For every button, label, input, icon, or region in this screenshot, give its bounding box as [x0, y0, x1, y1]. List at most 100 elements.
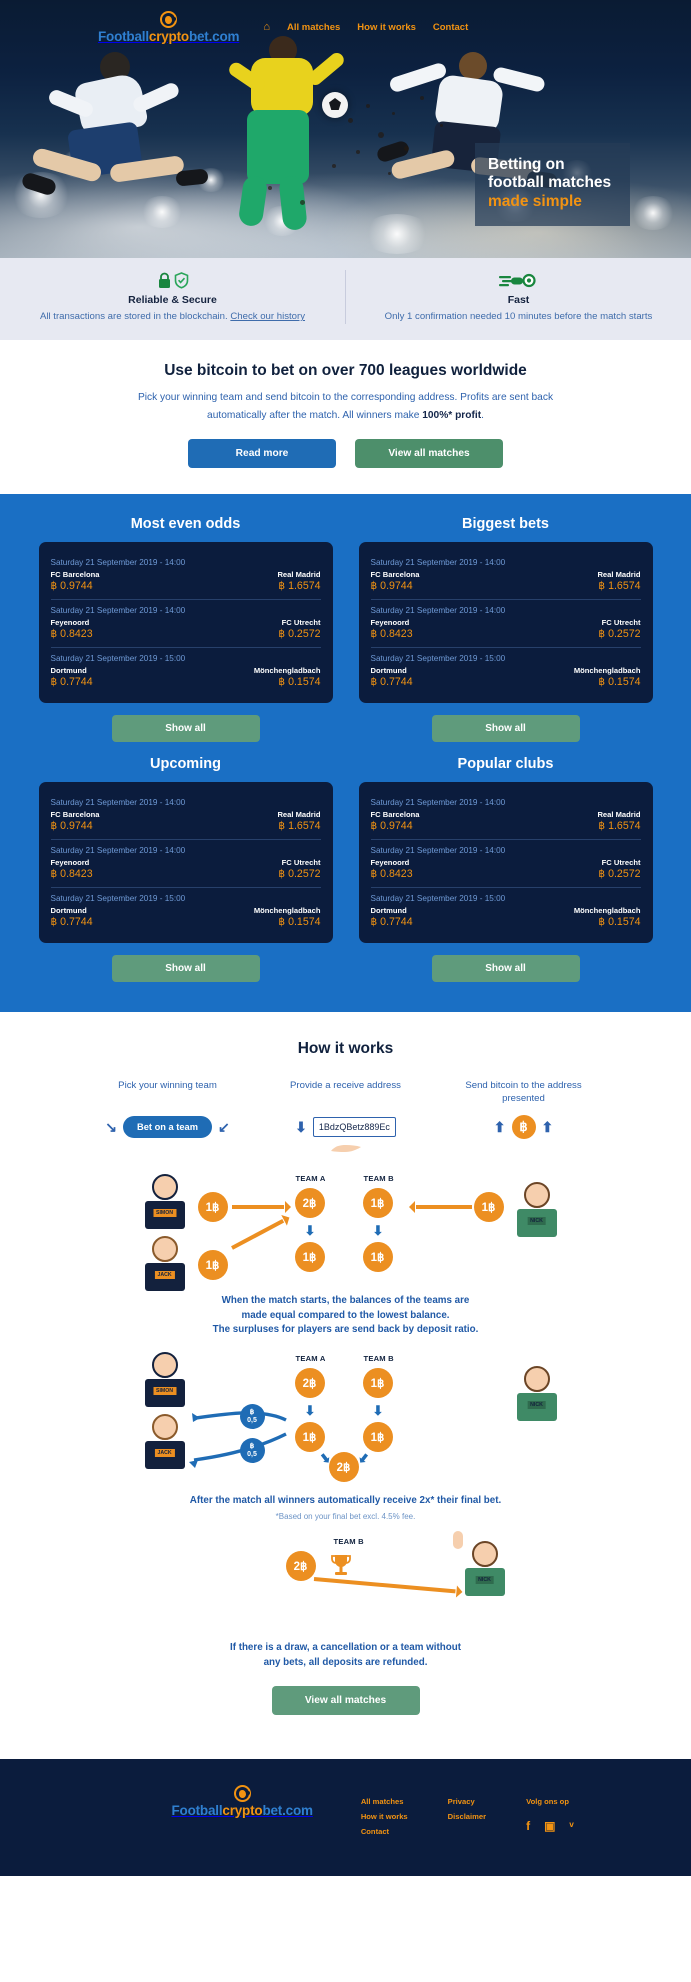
- footer-brand-part-2: crypto: [222, 1803, 263, 1819]
- match-row[interactable]: Saturday 21 September 2019 - 15:00 Dortm…: [50, 647, 321, 695]
- receive-address-field[interactable]: 1BdzQBetz889Ec: [312, 1117, 396, 1138]
- check-history-link[interactable]: Check our history: [230, 311, 305, 322]
- home-odds: ฿ 0.8423: [50, 628, 93, 641]
- footer-column-primary: All matches How it works Contact: [361, 1797, 408, 1836]
- show-all-button[interactable]: Show all: [111, 715, 260, 743]
- bitcoin-coin-icon: ฿: [511, 1115, 536, 1140]
- show-all-button[interactable]: Show all: [431, 715, 580, 743]
- nav-item-all-matches[interactable]: All matches: [287, 22, 340, 33]
- team-b-total-coin: 1฿: [362, 1188, 393, 1219]
- match-date: Saturday 21 September 2019 - 14:00: [50, 798, 186, 808]
- nav-item-how-it-works[interactable]: How it works: [357, 22, 416, 33]
- show-all-button[interactable]: Show all: [431, 955, 580, 983]
- team-b-final-coin: 1฿: [362, 1242, 393, 1273]
- match-date: Saturday 21 September 2019 - 14:00: [50, 558, 186, 568]
- home-team: FC Barcelona: [50, 570, 100, 580]
- intro-heading: Use bitcoin to bet on over 700 leagues w…: [164, 362, 527, 380]
- match-row[interactable]: Saturday 21 September 2019 - 15:00 Dortm…: [50, 887, 321, 935]
- nav-item-contact[interactable]: Contact: [433, 22, 468, 33]
- home-team: Feyenoord: [50, 858, 90, 868]
- footer-link-contact[interactable]: Contact: [361, 1827, 408, 1836]
- jack-name-label: JACK: [154, 1449, 175, 1458]
- refund-bottom-currency: ฿: [249, 1443, 255, 1451]
- nick-body: NICK: [516, 1209, 557, 1238]
- match-row[interactable]: Saturday 21 September 2019 - 14:00 FC Ba…: [371, 792, 641, 839]
- brand-part-2: crypto: [148, 28, 189, 44]
- footer-link-privacy[interactable]: Privacy: [448, 1797, 486, 1806]
- footer-link-how-it-works[interactable]: How it works: [361, 1812, 408, 1821]
- match-row[interactable]: Saturday 21 September 2019 - 15:00 Dortm…: [370, 887, 641, 935]
- raised-fist: [452, 1530, 463, 1549]
- fast-ball-icon: [498, 273, 536, 287]
- nick-name-label: NICK: [475, 1575, 494, 1584]
- away-team: FC Utrecht: [281, 618, 321, 628]
- instagram-icon[interactable]: ▣: [544, 1819, 555, 1833]
- match-row[interactable]: Saturday 21 September 2019 - 14:00 Feyen…: [370, 599, 641, 647]
- site-logo[interactable]: Footballcryptobet.com: [98, 10, 240, 44]
- bet-on-a-team-button[interactable]: Bet on a team: [123, 1116, 212, 1139]
- column-title: Upcoming: [150, 756, 221, 773]
- home-odds: ฿ 0.7744: [50, 676, 93, 689]
- team-a-mid-coin: 1฿: [294, 1422, 325, 1453]
- match-teams: FC Barcelona Real Madrid: [51, 810, 321, 819]
- feature-icons-security: [34, 270, 311, 290]
- home-odds: ฿ 0.9744: [50, 580, 93, 593]
- match-odds: ฿ 0.7744 ฿ 0.1574: [371, 916, 641, 928]
- match-odds: ฿ 0.7744 ฿ 0.1574: [51, 916, 321, 928]
- away-team: FC Utrecht: [601, 618, 641, 628]
- match-row[interactable]: Saturday 21 September 2019 - 14:00 FC Ba…: [51, 792, 321, 839]
- match-odds: ฿ 0.9744 ฿ 1.6574: [51, 580, 321, 592]
- match-date: Saturday 21 September 2019 - 14:00: [370, 846, 506, 856]
- facebook-icon[interactable]: f: [526, 1819, 530, 1833]
- feature-description: Only 1 confirmation needed 10 minutes be…: [384, 311, 653, 322]
- refund-top-amount: 0,5: [247, 1416, 257, 1424]
- match-card: Saturday 21 September 2019 - 14:00 FC Ba…: [38, 542, 333, 704]
- main-navigation: ⌂ All matches How it works Contact: [263, 21, 468, 33]
- match-row[interactable]: Saturday 21 September 2019 - 14:00 Feyen…: [50, 839, 321, 887]
- refund-bottom-amount: 0,5: [247, 1450, 257, 1458]
- team-a-label: TEAM A: [295, 1354, 326, 1364]
- match-row[interactable]: Saturday 21 September 2019 - 14:00 FC Ba…: [51, 552, 321, 599]
- matches-column-popular-clubs: Popular clubs Saturday 21 September 2019…: [358, 756, 653, 983]
- person-nick: NICK: [514, 1366, 560, 1422]
- step-send-bitcoin: Send bitcoin to the address presented ⬆ …: [453, 1080, 595, 1160]
- match-row[interactable]: Saturday 21 September 2019 - 14:00 Feyen…: [370, 839, 641, 887]
- step-pick-team: Pick your winning team ↘ Bet on a team ↙: [97, 1080, 239, 1160]
- match-teams: Dortmund Mönchengladbach: [51, 906, 321, 915]
- footer-logo[interactable]: Footballcryptobet.com: [172, 1785, 313, 1818]
- away-team: Mönchengladbach: [253, 666, 321, 676]
- view-all-matches-button[interactable]: View all matches: [355, 439, 503, 469]
- intro-button-row: Read more View all matches: [0, 439, 691, 469]
- match-row[interactable]: Saturday 21 September 2019 - 14:00 Feyen…: [50, 599, 321, 647]
- note1-line2: made equal compared to the lowest balanc…: [241, 1309, 450, 1321]
- show-all-button[interactable]: Show all: [111, 955, 260, 983]
- simon-head: [151, 1174, 178, 1201]
- person-nick-winner: NICK: [452, 1530, 508, 1596]
- home-odds: ฿ 0.7744: [370, 676, 413, 689]
- match-row[interactable]: Saturday 21 September 2019 - 15:00 Dortm…: [370, 647, 641, 695]
- home-team: Feyenoord: [370, 618, 410, 628]
- simon-bet-coin: 1฿: [197, 1192, 228, 1223]
- nick-head: [523, 1182, 550, 1209]
- match-row[interactable]: Saturday 21 September 2019 - 14:00 FC Ba…: [371, 552, 641, 599]
- view-all-matches-final-button[interactable]: View all matches: [271, 1686, 420, 1716]
- footer-link-all-matches[interactable]: All matches: [361, 1797, 408, 1806]
- intro-text-2: .: [481, 410, 484, 422]
- away-odds: ฿ 0.1574: [278, 676, 321, 689]
- arrow-up-left-icon: ⬆: [493, 1119, 506, 1136]
- away-team: FC Utrecht: [601, 858, 641, 868]
- nick-name-label: NICK: [527, 1217, 546, 1226]
- jack-name-label: JACK: [154, 1271, 175, 1280]
- note-winner-payout: After the match all winners automaticall…: [189, 1495, 502, 1507]
- intro-paragraph: Pick your winning team and send bitcoin …: [136, 389, 556, 425]
- pot-total-coin: 2฿: [328, 1452, 359, 1483]
- read-more-button[interactable]: Read more: [188, 439, 336, 469]
- home-icon[interactable]: ⌂: [263, 21, 270, 33]
- match-teams: Dortmund Mönchengladbach: [371, 666, 641, 675]
- jack-body: JACK: [144, 1263, 185, 1292]
- twitter-icon[interactable]: ᵛ: [569, 1819, 573, 1833]
- footer-link-disclaimer[interactable]: Disclaimer: [448, 1812, 486, 1821]
- away-team: Mönchengladbach: [253, 906, 321, 916]
- team-b-down-arrow: ⬇: [372, 1403, 384, 1419]
- team-a-total-coin: 2฿: [294, 1188, 325, 1219]
